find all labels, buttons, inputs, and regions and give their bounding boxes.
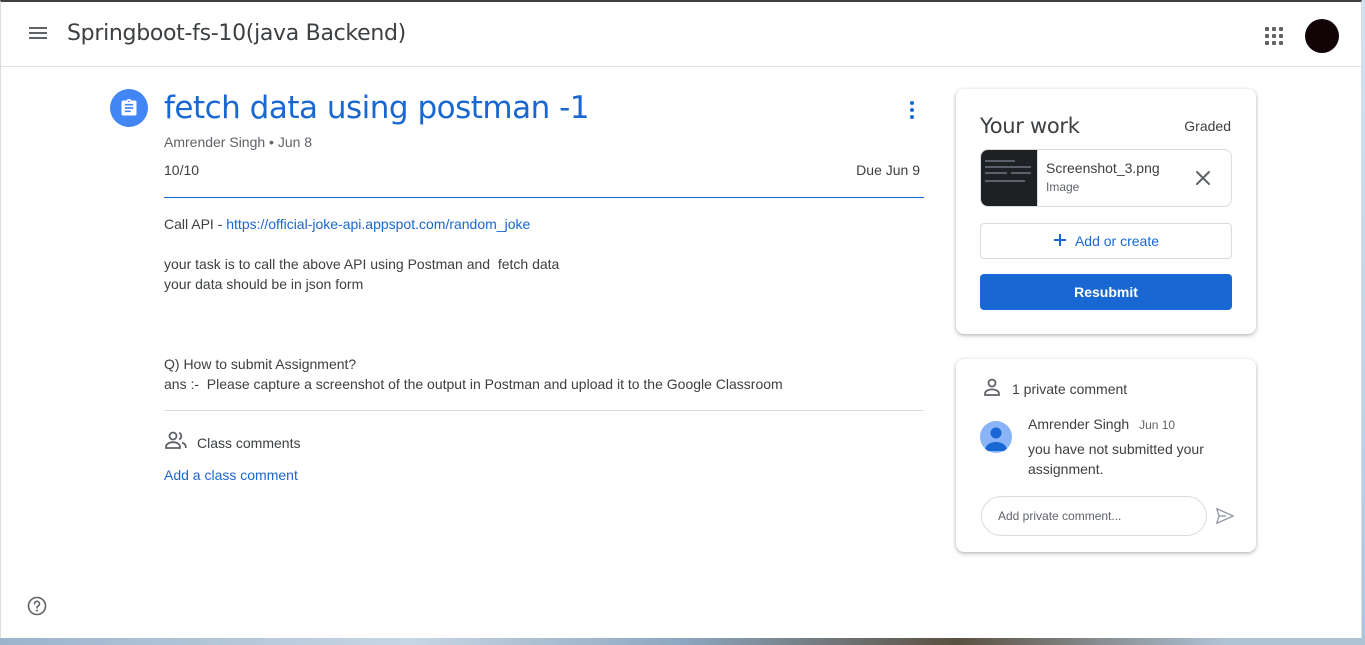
class-comments-label: Class comments <box>197 434 301 451</box>
plus-icon <box>1053 233 1067 250</box>
send-icon[interactable] <box>1214 505 1236 527</box>
add-class-comment-link[interactable]: Add a class comment <box>164 467 298 483</box>
private-comment-count: 1 private comment <box>1012 380 1128 397</box>
comment-text: you have not submitted your assignment. <box>1028 441 1204 477</box>
due-date: Due Jun 9 <box>856 162 920 178</box>
add-or-create-button[interactable]: Add or create <box>980 223 1232 259</box>
comments-divider <box>164 410 924 411</box>
comment-author-name: Amrender Singh <box>1028 416 1130 432</box>
more-vert-icon[interactable] <box>905 99 919 121</box>
comment-date: Jun 10 <box>1139 418 1176 432</box>
your-work-title: Your work <box>980 114 1080 138</box>
close-icon[interactable] <box>1193 168 1213 188</box>
answer-line: ans :- Please capture a screenshot of th… <box>164 376 783 392</box>
your-work-card: Your work Graded Screenshot_3.png Image <box>956 89 1256 334</box>
assignment-description: Call API - https://official-joke-api.app… <box>164 214 783 394</box>
top-app-bar: Springboot-fs-10(java Backend) <box>1 2 1361 67</box>
assignment-meta: Amrender Singh • Jun 8 <box>164 134 313 150</box>
assignment-icon <box>110 89 148 127</box>
classroom-window: Springboot-fs-10(java Backend) fetch dat… <box>0 0 1362 638</box>
private-comments-card: 1 private comment Amrender Singh Jun 10 … <box>956 359 1256 552</box>
assignment-title: fetch data using postman -1 <box>164 90 590 126</box>
grade-status: Graded <box>1184 118 1231 134</box>
desktop-background-strip <box>0 638 1365 645</box>
google-apps-icon[interactable] <box>1265 27 1283 45</box>
add-or-create-label: Add or create <box>1074 233 1160 249</box>
person-icon <box>982 377 1002 400</box>
description-line: your data should be in json form <box>164 276 364 292</box>
people-icon <box>164 430 188 455</box>
comment-author: Amrender Singh Jun 10 <box>1028 416 1175 432</box>
header-divider <box>164 197 924 198</box>
hamburger-menu-icon[interactable] <box>27 24 49 42</box>
assignment-points: 10/10 <box>164 162 200 178</box>
attachment-card[interactable]: Screenshot_3.png Image <box>980 149 1232 207</box>
description-line: your task is to call the above API using… <box>164 256 560 272</box>
api-link[interactable]: https://official-joke-api.appspot.com/ra… <box>226 216 530 232</box>
class-comments-header: Class comments <box>164 430 300 455</box>
class-title[interactable]: Springboot-fs-10(java Backend) <box>67 21 406 46</box>
private-comments-header: 1 private comment <box>982 377 1127 400</box>
resubmit-button[interactable]: Resubmit <box>980 274 1232 310</box>
help-icon[interactable] <box>27 596 47 616</box>
commenter-avatar <box>980 421 1012 453</box>
private-comment-input[interactable] <box>981 496 1207 536</box>
question-line: Q) How to submit Assignment? <box>164 356 357 372</box>
account-avatar[interactable] <box>1305 19 1339 53</box>
attachment-thumbnail <box>981 150 1038 206</box>
api-label: Call API - <box>164 216 227 232</box>
